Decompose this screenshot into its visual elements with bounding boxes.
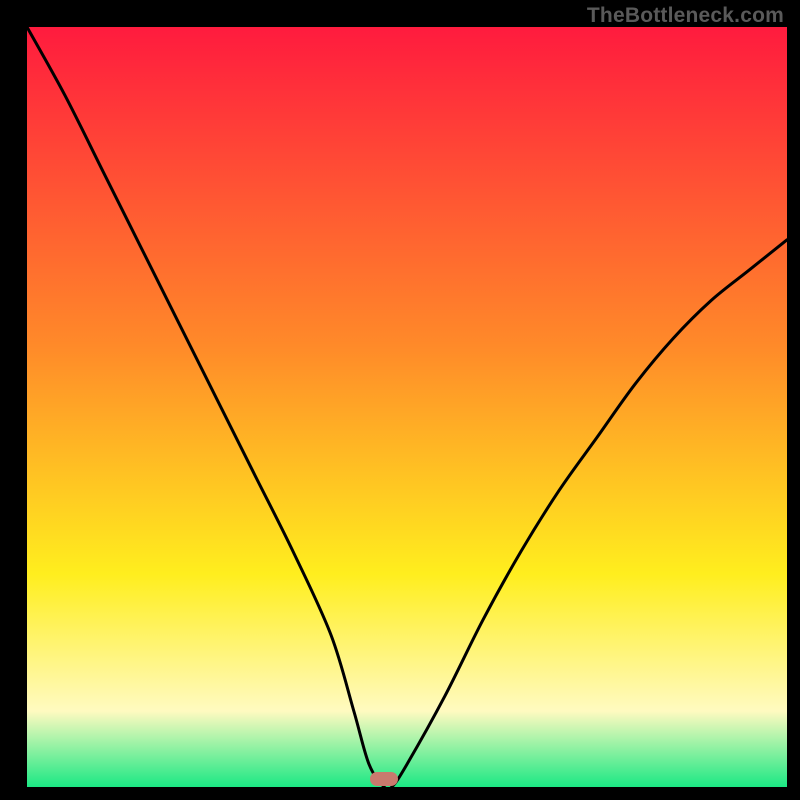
chart-frame: { "watermark": "TheBottleneck.com", "col…: [0, 0, 800, 800]
plot-area: [27, 27, 787, 787]
bottleneck-curve: [27, 27, 787, 787]
watermark-text: TheBottleneck.com: [587, 4, 784, 28]
optimal-point-marker: [370, 772, 398, 786]
